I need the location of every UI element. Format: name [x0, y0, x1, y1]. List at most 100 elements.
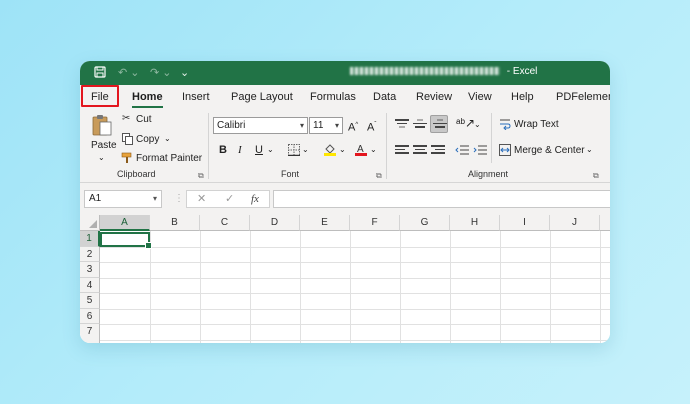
align-right-icon[interactable]: [431, 145, 445, 157]
alignment-subdivider: [491, 113, 492, 163]
gridline: [100, 340, 610, 341]
undo-icon[interactable]: ↶ ⌄: [118, 66, 140, 80]
cut-icon[interactable]: ✂: [122, 113, 130, 125]
enter-icon[interactable]: ✓: [225, 191, 234, 207]
merge-dropdown-icon[interactable]: ⌄: [586, 144, 593, 156]
increase-indent-icon[interactable]: [473, 144, 487, 160]
column-header-f[interactable]: F: [350, 215, 400, 231]
copy-dropdown-icon[interactable]: ⌄: [164, 133, 171, 145]
fill-color-dropdown-icon[interactable]: ⌄: [339, 144, 346, 156]
column-header-j[interactable]: J: [550, 215, 600, 231]
more-options-icon[interactable]: ⋮: [174, 193, 184, 205]
merge-center-button[interactable]: Merge & Center: [514, 145, 585, 157]
formula-bar: A1 ▾ ⋮ ✕ ✓ fx: [80, 183, 610, 215]
paste-dropdown-icon[interactable]: ⌄: [98, 152, 105, 164]
font-name-select[interactable]: Calibri ▾: [213, 117, 308, 134]
tab-help[interactable]: Help: [511, 91, 534, 103]
italic-button[interactable]: I: [238, 144, 242, 156]
row-header-2[interactable]: 2: [80, 247, 100, 262]
increase-font-size-icon[interactable]: A^: [348, 119, 358, 134]
align-left-icon[interactable]: [395, 145, 409, 157]
customize-quick-access-icon[interactable]: ⌄: [180, 66, 189, 80]
column-header-b[interactable]: B: [150, 215, 200, 231]
file-tab-highlight: [81, 85, 119, 107]
column-header-i[interactable]: I: [500, 215, 550, 231]
underline-button[interactable]: U: [255, 144, 263, 156]
formula-actions: ✕ ✓ fx: [186, 190, 270, 208]
tab-pdfelement[interactable]: PDFelement: [556, 91, 610, 103]
column-header-h[interactable]: H: [450, 215, 500, 231]
font-color-icon[interactable]: A: [354, 142, 368, 160]
column-header-a[interactable]: A: [100, 215, 150, 231]
column-header-e[interactable]: E: [300, 215, 350, 231]
wrap-text-icon[interactable]: [499, 118, 511, 134]
file-name-blurred: [350, 67, 500, 76]
gridline: [100, 247, 610, 248]
decrease-font-size-icon[interactable]: Aˇ: [367, 119, 376, 134]
alignment-dialog-launcher-icon[interactable]: ⧉: [593, 171, 599, 181]
gridline: [100, 278, 610, 279]
tab-formulas[interactable]: Formulas: [310, 91, 356, 103]
font-name-value: Calibri: [217, 120, 246, 131]
font-dialog-launcher-icon[interactable]: ⧉: [376, 171, 382, 181]
chevron-down-icon: ▾: [299, 121, 304, 130]
chevron-down-icon: ▾: [334, 121, 339, 130]
spreadsheet-grid: A B C D E F G H I J 1 2 3 4 5 6 7: [80, 215, 610, 343]
insert-function-icon[interactable]: fx: [251, 191, 259, 207]
underline-dropdown-icon[interactable]: ⌄: [267, 144, 274, 156]
borders-dropdown-icon[interactable]: ⌄: [302, 144, 309, 156]
row-header-4[interactable]: 4: [80, 278, 100, 293]
active-cell-a1[interactable]: [100, 232, 152, 249]
paste-label[interactable]: Paste: [91, 140, 117, 152]
bold-button[interactable]: B: [219, 144, 227, 156]
borders-icon[interactable]: [288, 144, 300, 160]
column-header-g[interactable]: G: [400, 215, 450, 231]
gridline: [100, 262, 610, 263]
wrap-text-button[interactable]: Wrap Text: [514, 119, 559, 131]
row-header-6[interactable]: 6: [80, 309, 100, 324]
row-header-5[interactable]: 5: [80, 293, 100, 309]
tab-data[interactable]: Data: [373, 91, 396, 103]
column-header-d[interactable]: D: [250, 215, 300, 231]
top-align-icon[interactable]: [395, 119, 409, 131]
ribbon-home: Paste ⌄ ✂ Cut Copy ⌄ Format Painter Clip…: [80, 109, 610, 183]
tab-view[interactable]: View: [468, 91, 492, 103]
merge-center-icon[interactable]: [499, 144, 511, 160]
row-header-3[interactable]: 3: [80, 262, 100, 278]
tab-insert[interactable]: Insert: [182, 91, 210, 103]
row-header-1[interactable]: 1: [80, 231, 100, 247]
redo-icon[interactable]: ↷ ⌄: [150, 66, 172, 80]
gridline: [100, 324, 610, 325]
excel-window: ↶ ⌄ ↷ ⌄ ⌄ - Excel File Home Insert Page …: [80, 61, 610, 343]
save-icon[interactable]: [94, 66, 106, 82]
formula-input[interactable]: [273, 190, 610, 208]
row-header-7[interactable]: 7: [80, 324, 100, 343]
orientation-icon[interactable]: ᵃᵇ↗: [456, 117, 475, 129]
select-all-button[interactable]: [80, 215, 100, 231]
orientation-dropdown-icon[interactable]: ⌄: [474, 119, 481, 131]
tab-review[interactable]: Review: [416, 91, 452, 103]
tab-home[interactable]: Home: [132, 91, 163, 108]
alignment-group-label: Alignment: [468, 169, 509, 179]
group-divider: [386, 113, 387, 179]
cancel-icon[interactable]: ✕: [197, 191, 206, 207]
bottom-align-icon[interactable]: [430, 115, 448, 133]
cut-button[interactable]: Cut: [136, 114, 152, 126]
decrease-indent-icon[interactable]: [455, 144, 469, 160]
group-divider: [208, 113, 209, 179]
paste-icon[interactable]: [90, 113, 114, 141]
clipboard-dialog-launcher-icon[interactable]: ⧉: [198, 171, 204, 181]
name-box[interactable]: A1 ▾: [84, 190, 162, 208]
column-header-c[interactable]: C: [200, 215, 250, 231]
font-color-dropdown-icon[interactable]: ⌄: [370, 144, 377, 156]
align-center-icon[interactable]: [413, 145, 427, 157]
copy-icon[interactable]: [122, 133, 133, 149]
font-size-select[interactable]: 11 ▾: [309, 117, 343, 134]
format-painter-icon[interactable]: [121, 152, 134, 168]
copy-button[interactable]: Copy: [136, 134, 159, 146]
fill-color-icon[interactable]: [323, 142, 337, 160]
middle-align-icon[interactable]: [413, 119, 427, 131]
format-painter-button[interactable]: Format Painter: [136, 153, 202, 165]
column-header-partial[interactable]: [600, 215, 610, 231]
tab-page-layout[interactable]: Page Layout: [231, 91, 293, 103]
